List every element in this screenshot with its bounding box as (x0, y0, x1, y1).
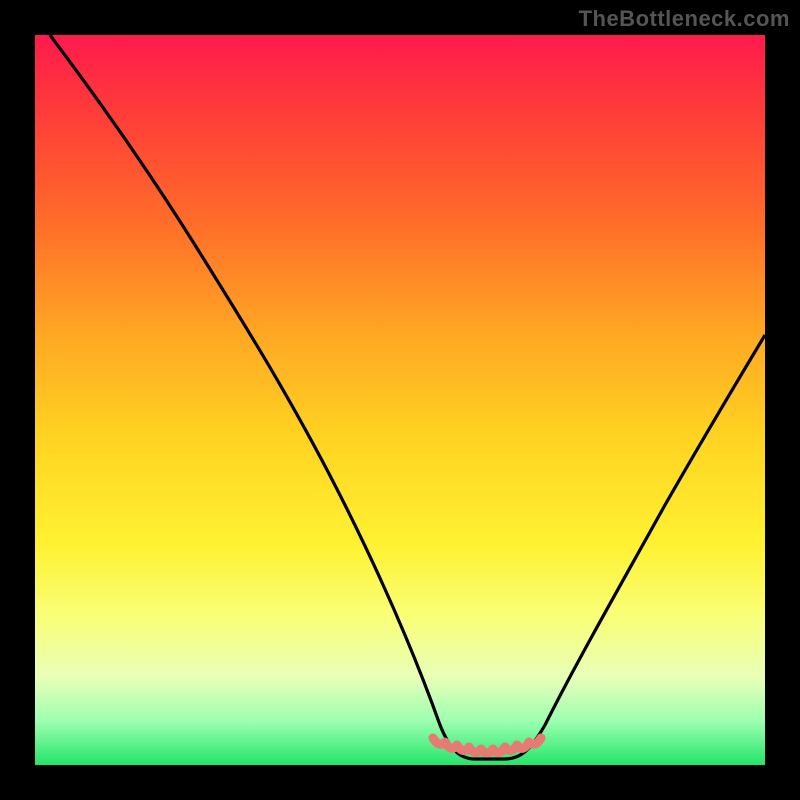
chart-frame: TheBottleneck.com (0, 0, 800, 800)
plot-area (35, 35, 765, 765)
bottleneck-curve (50, 35, 765, 759)
watermark-label: TheBottleneck.com (579, 6, 790, 32)
curve-layer (35, 35, 765, 765)
target-zone-marker (433, 738, 541, 753)
